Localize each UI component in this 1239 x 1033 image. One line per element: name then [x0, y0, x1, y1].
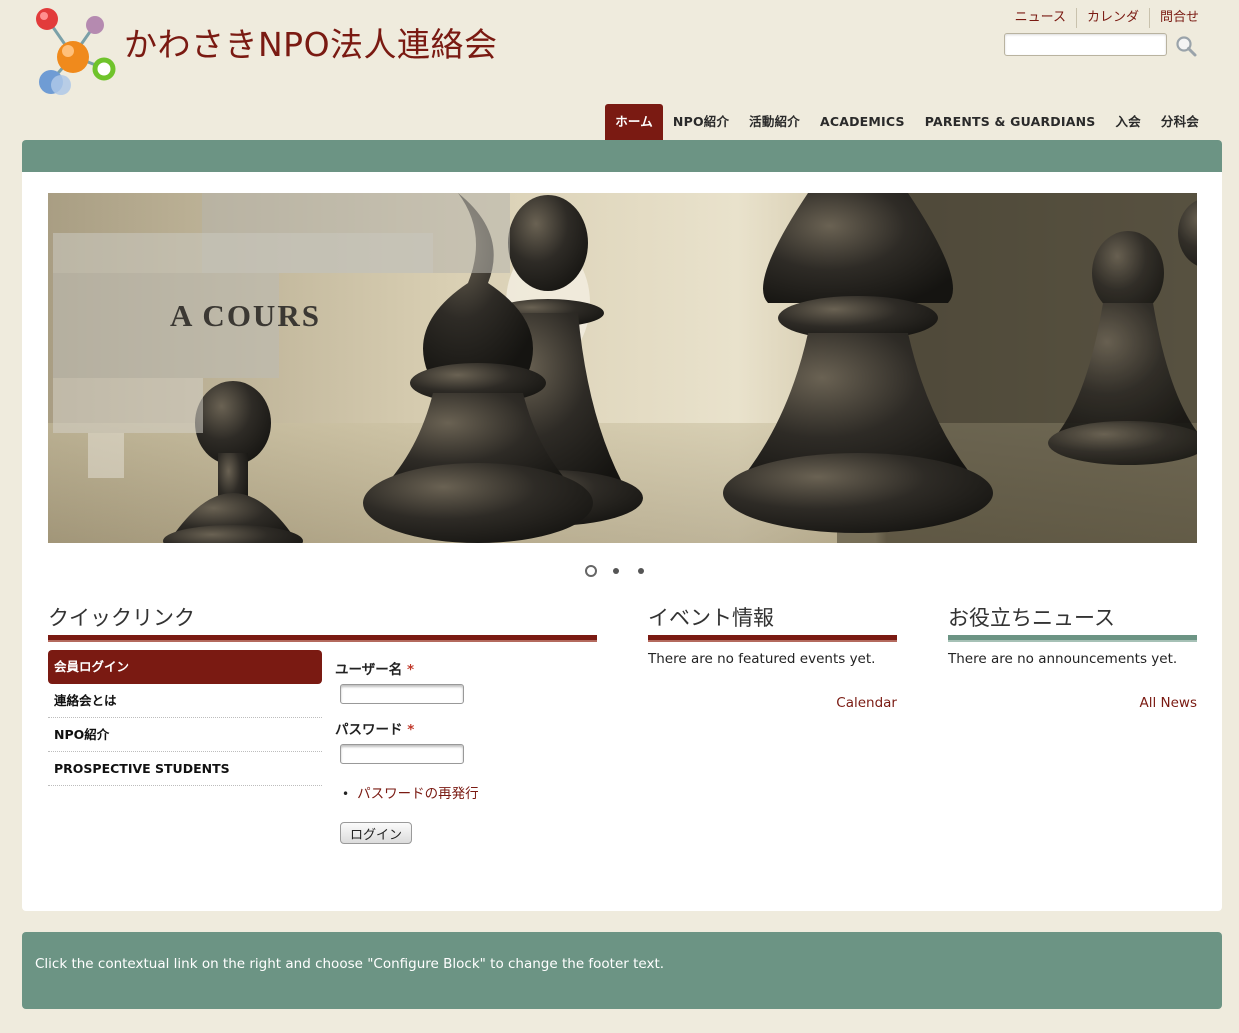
quicklink-npo-intro[interactable]: NPO紹介: [48, 718, 322, 752]
nav-item-academics[interactable]: ACADEMICS: [810, 104, 915, 140]
nav-item-parents-guardians[interactable]: PARENTS & GUARDIANS: [915, 104, 1106, 140]
quicklinks-menu: 会員ログイン 連絡会とは NPO紹介 PROSPECTIVE STUDENTS: [48, 650, 322, 786]
username-label: ユーザー名 *: [335, 658, 605, 678]
nav-item-join[interactable]: 入会: [1105, 104, 1150, 140]
molecule-logo-icon: [36, 8, 116, 95]
slide-dot-1[interactable]: [585, 565, 597, 577]
news-title: お役立ちニュース: [948, 606, 1115, 630]
news-rule: [948, 635, 1197, 642]
username-input[interactable]: [340, 684, 464, 704]
reset-password-link[interactable]: パスワードの再発行: [357, 786, 479, 802]
quicklink-about[interactable]: 連絡会とは: [48, 684, 322, 718]
search-input[interactable]: [1004, 33, 1167, 56]
news-empty-text: There are no announcements yet.: [948, 651, 1178, 667]
utility-links: ニュース カレンダ 問合せ: [1005, 8, 1199, 28]
list-bullet: •: [342, 787, 350, 801]
quicklink-prospective-students[interactable]: PROSPECTIVE STUDENTS: [48, 752, 322, 786]
password-label: パスワード *: [335, 718, 605, 738]
util-link-calendar[interactable]: カレンダ: [1075, 8, 1149, 28]
reset-password-item: • パスワードの再発行: [335, 782, 605, 802]
site-logo[interactable]: [30, 6, 120, 96]
site-title[interactable]: かわさきNPO法人連絡会: [124, 18, 498, 66]
events-empty-text: There are no featured events yet.: [648, 651, 876, 667]
login-form: ユーザー名 * パスワード * • パスワードの再発行 ログイン: [335, 658, 605, 844]
search-icon: [1176, 36, 1197, 57]
slideshow-image[interactable]: A COURS: [48, 193, 1197, 543]
nav-item-npo-intro[interactable]: NPO紹介: [663, 104, 739, 140]
password-input[interactable]: [340, 744, 464, 764]
events-rule: [648, 635, 897, 642]
slideshow-pager: [585, 565, 647, 577]
util-link-news[interactable]: ニュース: [1005, 8, 1076, 28]
quicklinks-title: クイックリンク: [48, 606, 195, 630]
login-button[interactable]: ログイン: [340, 822, 412, 844]
username-label-text: ユーザー名: [335, 662, 403, 678]
password-label-text: パスワード: [335, 722, 403, 738]
footer: Click the contextual link on the right a…: [22, 932, 1222, 1009]
slide-dot-2[interactable]: [610, 565, 622, 577]
nav-item-subcommittee[interactable]: 分科会: [1151, 104, 1209, 140]
required-mark: *: [407, 722, 415, 738]
footer-text: Click the contextual link on the right a…: [35, 956, 665, 972]
chess-pieces-image: A COURS: [48, 193, 1197, 543]
main-nav: ホーム NPO紹介 活動紹介 ACADEMICS PARENTS & GUARD…: [605, 104, 1209, 140]
required-mark: *: [406, 662, 414, 678]
quicklinks-rule: [48, 635, 597, 642]
events-title: イベント情報: [648, 606, 774, 630]
content-top-bar: [22, 140, 1222, 172]
slide-overlay-text: A COURS: [170, 298, 321, 333]
slide-dot-3[interactable]: [635, 565, 647, 577]
search-form: [1004, 33, 1204, 57]
all-news-link[interactable]: All News: [948, 695, 1197, 711]
quicklink-member-login[interactable]: 会員ログイン: [48, 650, 322, 684]
search-button[interactable]: [1174, 34, 1198, 58]
util-link-contact[interactable]: 問合せ: [1148, 8, 1199, 28]
calendar-link[interactable]: Calendar: [648, 695, 897, 711]
nav-item-activities[interactable]: 活動紹介: [739, 104, 810, 140]
nav-item-home[interactable]: ホーム: [605, 104, 663, 140]
